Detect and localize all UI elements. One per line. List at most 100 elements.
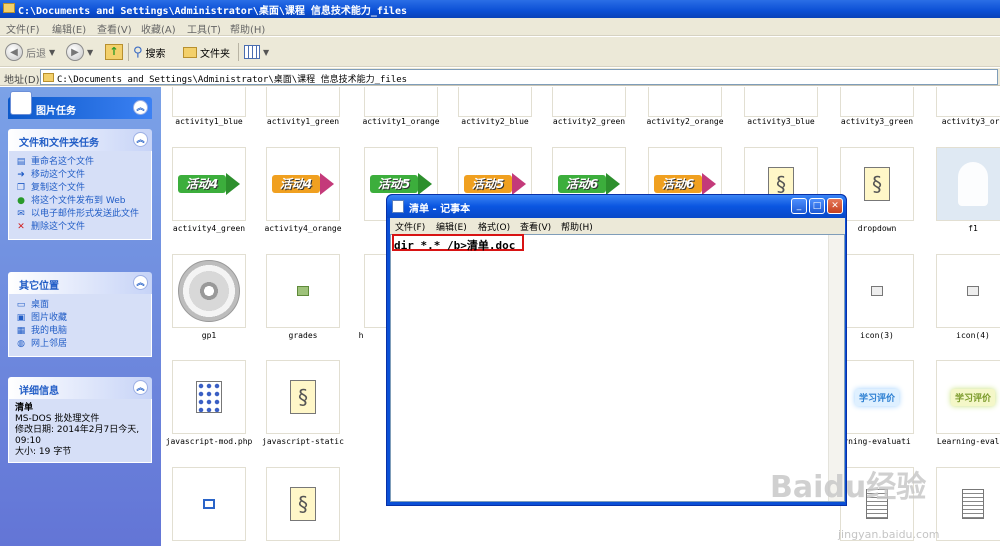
other-places-header[interactable]: 其它位置 ︽ bbox=[8, 272, 152, 294]
script-file-icon: § bbox=[864, 167, 890, 201]
activity-green-logo: 活动4 bbox=[178, 173, 240, 195]
activity-green-logo: 活动6 bbox=[558, 173, 620, 195]
folders-label: 文件夹 bbox=[200, 48, 230, 60]
menu-view[interactable]: 查看(V) bbox=[97, 21, 132, 36]
small-image-icon bbox=[967, 286, 979, 296]
folders-button[interactable]: 文件夹 bbox=[183, 41, 230, 63]
task-copy[interactable]: ❐ 复制这个文件 bbox=[15, 183, 145, 194]
notepad-menu-file[interactable]: 文件(F) bbox=[395, 220, 425, 233]
forward-button[interactable]: ▶ ▼ bbox=[66, 41, 93, 63]
details-body: 清单 MS-DOS 批处理文件 修改日期: 2014年2月7日今天, 09:10… bbox=[8, 399, 152, 463]
my-computer-icon: ▦ bbox=[16, 326, 26, 336]
file-item[interactable]: § bbox=[255, 467, 351, 546]
place-my-computer[interactable]: ▦ 我的电脑 bbox=[15, 326, 145, 337]
folders-icon bbox=[183, 46, 197, 58]
thumbnail bbox=[364, 87, 438, 117]
task-rename[interactable]: ▤ 重命名这个文件 bbox=[15, 157, 145, 168]
notepad-window[interactable]: 清单 - 记事本 _ □ ✕ 文件(F) 编辑(E) 格式(O) 查看(V) 帮… bbox=[386, 194, 847, 506]
up-folder-icon: ↑ bbox=[105, 44, 123, 60]
file-name: icon(4) bbox=[956, 331, 990, 340]
rename-icon: ▤ bbox=[16, 157, 26, 167]
file-tasks-header[interactable]: 文件和文件夹任务 ︽ bbox=[8, 129, 152, 151]
window-title: C:\Documents and Settings\Administrator\… bbox=[18, 6, 407, 17]
php-file-icon bbox=[196, 381, 222, 413]
notepad-menu-format[interactable]: 格式(O) bbox=[478, 220, 510, 233]
chevron-down-icon: ▼ bbox=[87, 47, 94, 57]
file-item[interactable]: activity2_green bbox=[541, 87, 637, 127]
collapse-icon[interactable]: ︽ bbox=[133, 380, 148, 395]
back-button[interactable]: ◀ 后退 ▼ bbox=[5, 41, 55, 63]
close-button[interactable]: ✕ bbox=[827, 198, 843, 214]
chevron-down-icon: ▼ bbox=[49, 47, 56, 57]
file-item[interactable]: § javascript-static bbox=[255, 360, 351, 460]
file-item[interactable]: icon(4) bbox=[925, 254, 1000, 354]
file-item[interactable]: activity1_orange bbox=[353, 87, 449, 127]
file-item[interactable]: activity2_orange bbox=[637, 87, 733, 127]
place-pictures[interactable]: ▣ 图片收藏 bbox=[15, 313, 145, 324]
toolbar-separator bbox=[128, 43, 129, 61]
views-button[interactable]: ▼ bbox=[244, 41, 269, 63]
activity-badge: 活动6 bbox=[654, 175, 702, 193]
file-item[interactable]: activity3_blue bbox=[733, 87, 829, 127]
address-input[interactable]: C:\Documents and Settings\Administrator\… bbox=[40, 69, 998, 85]
file-item[interactable]: gp1 bbox=[161, 254, 257, 354]
collapse-icon[interactable]: ︽ bbox=[133, 100, 148, 115]
file-name: activity4_green bbox=[172, 224, 246, 233]
task-email[interactable]: ✉ 以电子邮件形式发送此文件 bbox=[15, 209, 145, 220]
file-item[interactable]: f1 bbox=[925, 147, 1000, 247]
details-panel: 详细信息 ︽ 清单 MS-DOS 批处理文件 修改日期: 2014年2月7日今天… bbox=[8, 377, 152, 463]
menu-help[interactable]: 帮助(H) bbox=[230, 21, 265, 36]
notepad-title-bar[interactable]: 清单 - 记事本 _ □ ✕ bbox=[387, 195, 846, 218]
file-item[interactable]: activity2_blue bbox=[447, 87, 543, 127]
person-silhouette-icon bbox=[958, 162, 988, 206]
other-places-title: 其它位置 bbox=[19, 281, 59, 292]
thumbnail: 学习评价 bbox=[936, 360, 1000, 434]
file-name: f1 bbox=[968, 224, 978, 233]
thumbnail bbox=[552, 87, 626, 117]
explorer-title-bar[interactable]: C:\Documents and Settings\Administrator\… bbox=[0, 0, 1000, 18]
minimize-button[interactable]: _ bbox=[791, 198, 807, 214]
place-network[interactable]: ◍ 网上邻居 bbox=[15, 339, 145, 350]
up-button[interactable]: ↑ bbox=[105, 41, 123, 63]
thumbnail: § bbox=[840, 147, 914, 221]
thumbnail: 活动4 bbox=[266, 147, 340, 221]
file-name: activity2_orange bbox=[646, 117, 724, 126]
notepad-title: 清单 - 记事本 bbox=[409, 204, 471, 215]
file-item[interactable] bbox=[161, 467, 257, 546]
collapse-icon[interactable]: ︽ bbox=[133, 132, 148, 147]
file-item[interactable]: activity1_blue bbox=[161, 87, 257, 127]
file-item[interactable]: javascript-mod.php bbox=[161, 360, 257, 460]
picture-tasks-title: 图片任务 bbox=[36, 106, 76, 117]
place-desktop[interactable]: ▭ 桌面 bbox=[15, 300, 145, 311]
picture-tasks-header[interactable]: 图片任务 ︽ bbox=[8, 91, 152, 119]
details-header[interactable]: 详细信息 ︽ bbox=[8, 377, 152, 399]
file-name: javascript-mod.php bbox=[165, 437, 253, 446]
file-item[interactable]: 学习评价 Learning-evalua bbox=[925, 360, 1000, 460]
menu-tools[interactable]: 工具(T) bbox=[187, 21, 221, 36]
maximize-button[interactable]: □ bbox=[809, 198, 825, 214]
file-item[interactable]: activity3_green bbox=[829, 87, 925, 127]
notepad-menu-view[interactable]: 查看(V) bbox=[520, 220, 551, 233]
file-item[interactable]: activity3_ora bbox=[925, 87, 1000, 127]
file-item[interactable]: activity1_green bbox=[255, 87, 351, 127]
search-button[interactable]: ⚲ 搜索 bbox=[133, 41, 166, 63]
file-item[interactable]: 活动4 activity4_green bbox=[161, 147, 257, 247]
notepad-menu-edit[interactable]: 编辑(E) bbox=[436, 220, 467, 233]
thumbnail bbox=[936, 467, 1000, 541]
menu-favorites[interactable]: 收藏(A) bbox=[141, 21, 176, 36]
thumbnail: § bbox=[266, 360, 340, 434]
task-delete[interactable]: ✕ 删除这个文件 bbox=[15, 222, 145, 233]
task-publish-web[interactable]: ● 将这个文件发布到 Web bbox=[15, 196, 145, 207]
task-label: 将这个文件发布到 Web bbox=[31, 196, 126, 206]
task-move[interactable]: ➜ 移动这个文件 bbox=[15, 170, 145, 181]
arrow-tip bbox=[512, 173, 526, 195]
collapse-icon[interactable]: ︽ bbox=[133, 275, 148, 290]
file-item[interactable]: 活动4 activity4_orange bbox=[255, 147, 351, 247]
notepad-menu-help[interactable]: 帮助(H) bbox=[561, 220, 593, 233]
arrow-tip bbox=[702, 173, 716, 195]
menu-file[interactable]: 文件(F) bbox=[6, 21, 40, 36]
menu-edit[interactable]: 编辑(E) bbox=[52, 21, 86, 36]
task-label: 移动这个文件 bbox=[31, 170, 86, 180]
small-image-icon bbox=[871, 286, 883, 296]
activity-orange-logo: 活动4 bbox=[272, 173, 334, 195]
